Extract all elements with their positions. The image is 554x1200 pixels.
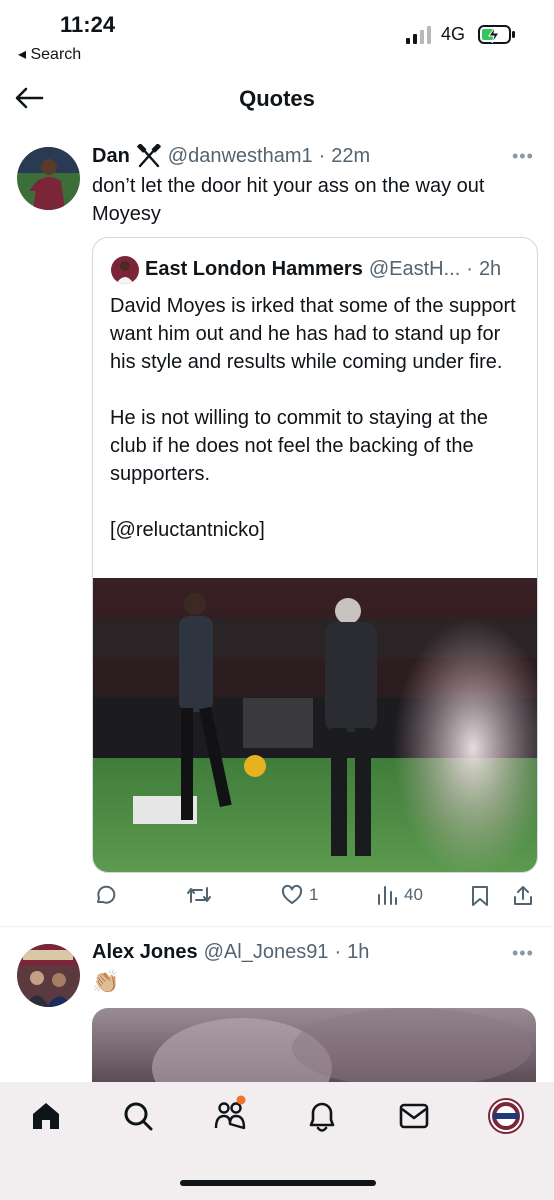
retweet-icon: [187, 887, 211, 903]
heart-icon: [281, 884, 303, 904]
hammers-icon: [136, 144, 161, 168]
communities-icon[interactable]: [210, 1094, 250, 1134]
tweet-header: Dan @danwestham1 · 22m: [92, 144, 370, 168]
separator-dot: ·: [318, 144, 326, 167]
quoted-tweet-photo[interactable]: [93, 578, 537, 872]
notifications-icon[interactable]: [302, 1096, 342, 1136]
author-handle[interactable]: @danwestham1: [168, 145, 313, 168]
signal-icon: [406, 26, 431, 44]
avatar[interactable]: [17, 944, 80, 1007]
like-button[interactable]: 1: [281, 884, 318, 906]
quoted-tweet-header: East London Hammers @EastH... · 2h: [145, 258, 501, 281]
reply-icon: [97, 885, 116, 904]
reply-button[interactable]: [94, 884, 122, 906]
views-button[interactable]: 40: [376, 884, 423, 906]
quoted-tweet-card[interactable]: East London Hammers @EastH... · 2h David…: [92, 237, 538, 873]
author-name[interactable]: Dan: [92, 145, 130, 168]
messages-icon[interactable]: [394, 1096, 434, 1136]
more-options-icon[interactable]: •••: [512, 146, 534, 167]
quoted-avatar: [111, 256, 139, 284]
tweet-time: 22m: [331, 144, 371, 167]
bookmark-icon[interactable]: [470, 885, 490, 907]
battery-charging-icon: [478, 25, 515, 44]
back-to-search-link[interactable]: ◂ Search: [18, 44, 81, 64]
tweet-text: don’t let the door hit your ass on the w…: [92, 175, 485, 225]
share-icon[interactable]: [512, 884, 534, 906]
separator-dot: ·: [334, 941, 342, 963]
quoted-author-handle: @EastH...: [368, 258, 461, 280]
tweet-time: 1h: [347, 941, 370, 963]
page-title: Quotes: [239, 86, 315, 111]
tweet-text: 👏🏼: [92, 969, 120, 994]
quoted-tweet-time: 2h: [478, 258, 502, 280]
separator-dot: ·: [466, 258, 473, 280]
retweet-button[interactable]: [186, 884, 218, 906]
quoted-author-name: East London Hammers: [145, 258, 363, 280]
author-handle[interactable]: @Al_Jones91: [204, 941, 329, 964]
like-count: 1: [309, 885, 319, 904]
home-icon[interactable]: [26, 1096, 66, 1136]
home-indicator: [180, 1180, 376, 1186]
more-options-icon[interactable]: •••: [512, 943, 534, 964]
views-count: 40: [404, 885, 423, 904]
status-time: 11:24: [60, 12, 116, 37]
views-icon: [378, 886, 397, 905]
divider: [0, 926, 554, 927]
profile-avatar[interactable]: [488, 1098, 524, 1134]
avatar[interactable]: [17, 147, 80, 210]
quoted-tweet-text: David Moyes is irked that some of the su…: [110, 295, 516, 541]
tweet-header: Alex Jones @Al_Jones91 · 1h: [92, 941, 369, 964]
network-type: 4G: [441, 24, 466, 44]
search-icon[interactable]: [118, 1096, 158, 1136]
author-name[interactable]: Alex Jones: [92, 941, 198, 964]
